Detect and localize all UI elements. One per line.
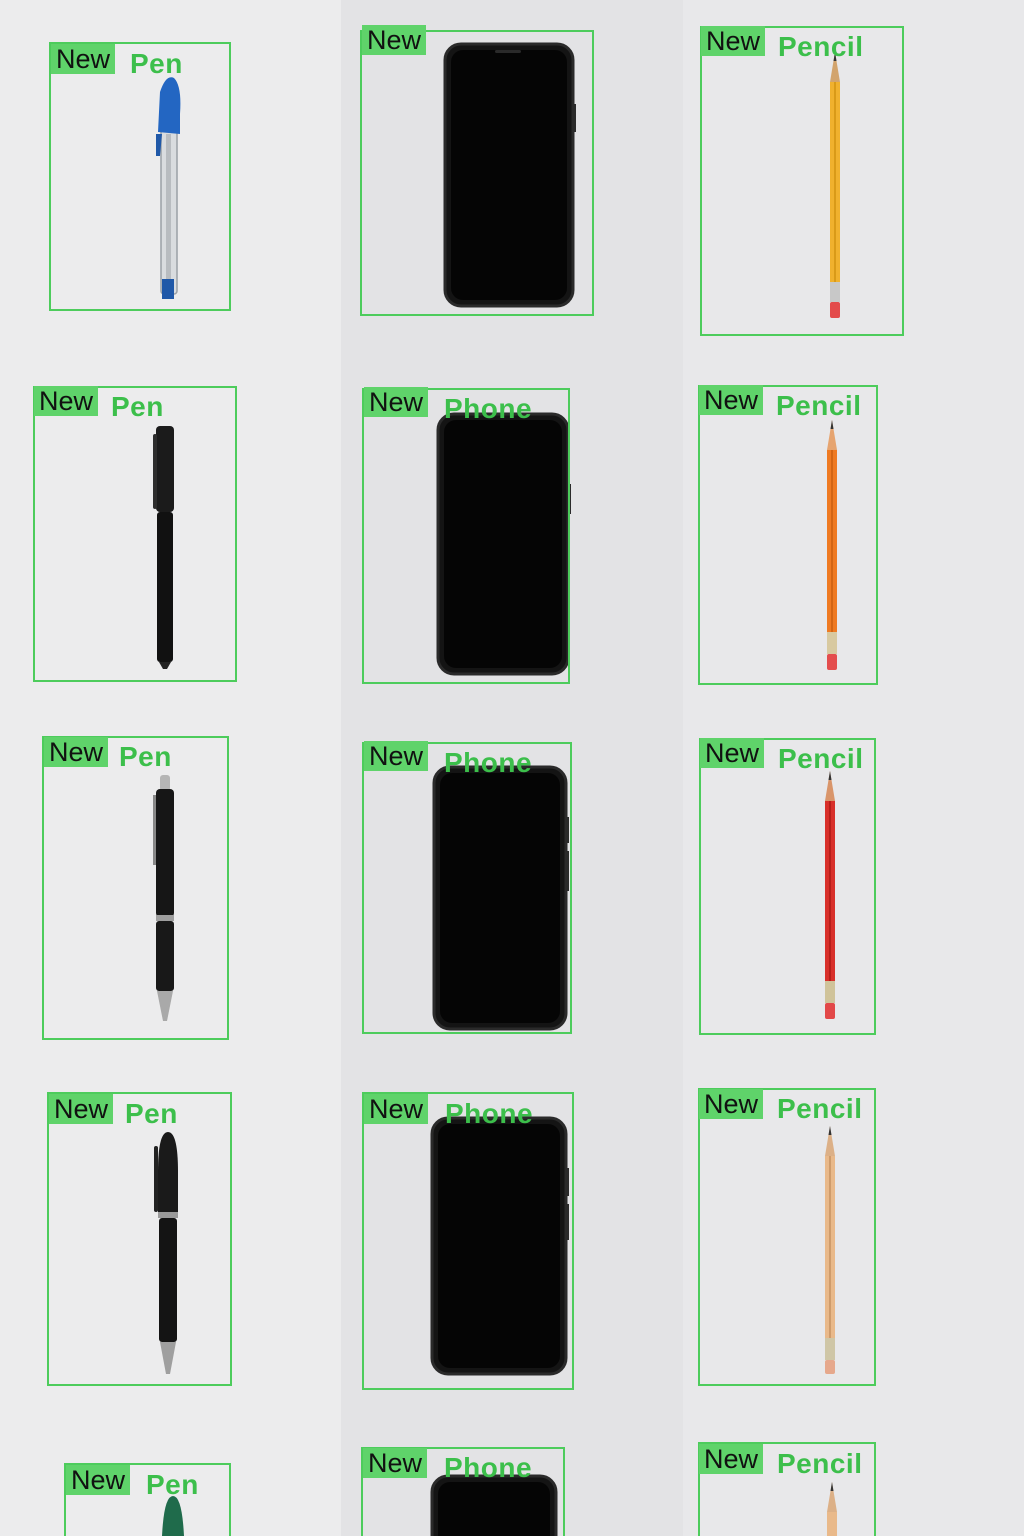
bounding-box [42,736,229,1040]
cell-pen-2: New Pen [0,354,341,711]
new-tag: New [364,1094,429,1124]
new-tag: New [49,1094,114,1124]
bounding-box [698,1088,876,1386]
bounding-box [360,30,594,316]
bounding-box [49,42,231,311]
class-label: Pencil [778,743,864,774]
cell-phone-2: New Phone [341,354,683,711]
new-tag: New [66,1465,131,1495]
cell-phone-5: New Phone [341,1416,683,1536]
new-tag: New [699,1444,764,1474]
class-label: Pencil [777,1093,863,1124]
new-tag: New [362,25,427,55]
new-tag: New [700,738,765,768]
cell-pen-1: New Pen [0,0,341,354]
cell-pencil-3: New Pencil [683,711,1024,1062]
cell-pencil-5: New Pencil [683,1416,1024,1536]
bounding-box [699,738,876,1035]
new-tag: New [364,387,429,417]
new-tag: New [364,741,429,771]
new-tag: New [51,44,116,74]
class-label: Phone [444,393,533,424]
bounding-box [362,742,572,1034]
new-tag: New [699,385,764,415]
cell-phone-3: New Phone [341,711,683,1062]
class-label: Pen [111,391,164,422]
new-tag: New [44,737,109,767]
new-tag: New [363,1448,428,1478]
new-tag: New [34,386,99,416]
class-label: Phone [444,747,533,778]
cell-pen-4: New Pen [0,1062,341,1416]
class-label: Pen [130,48,183,79]
bounding-box [47,1092,232,1386]
cell-phone-1: New [341,0,683,354]
cell-pencil-1: New Pencil [683,0,1024,354]
class-label: Phone [445,1098,534,1129]
class-label: Pen [125,1098,178,1129]
bounding-box [33,386,237,682]
class-label: Pencil [776,390,862,421]
bounding-box [698,385,878,685]
cell-phone-4: New Phone [341,1062,683,1416]
new-tag: New [701,26,766,56]
class-label: Pencil [778,31,864,62]
bounding-box [362,388,570,684]
cell-pencil-4: New Pencil [683,1062,1024,1416]
cell-pen-3: New Pen [0,711,341,1062]
cell-pen-5: New Pen [0,1416,341,1536]
bounding-box [362,1092,574,1390]
class-label: Pencil [777,1448,863,1479]
class-label: Pen [146,1469,199,1500]
class-label: Phone [444,1452,533,1483]
bounding-box [700,26,904,336]
class-label: Pen [119,741,172,772]
cell-pencil-2: New Pencil [683,354,1024,711]
new-tag: New [699,1089,764,1119]
detection-grid: New Pen New New Pencil New Pen New Phone… [0,0,1024,1536]
